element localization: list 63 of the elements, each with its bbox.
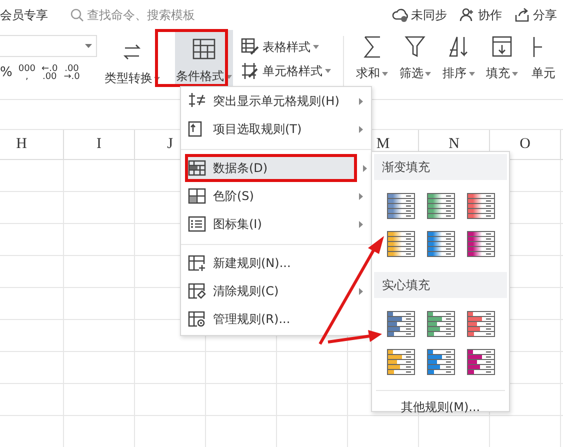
cell-style-button[interactable]: 单元格样式	[241, 62, 340, 80]
caret-icon	[313, 45, 320, 49]
submenu-arrow-icon	[359, 98, 363, 105]
fill-button[interactable]: 填充	[480, 30, 524, 99]
column-header[interactable]: I	[96, 136, 102, 153]
convert-button[interactable]: 类型转换	[98, 30, 167, 99]
number-format-button[interactable]: 000 ,	[18, 65, 36, 81]
submenu-arrow-icon	[359, 126, 363, 133]
cloud-icon	[392, 7, 408, 23]
caret-icon	[468, 72, 475, 76]
clear-icon	[188, 282, 206, 300]
more-rules-item[interactable]: 其他规则(M)...	[374, 391, 507, 416]
column-header[interactable]: M	[376, 136, 390, 153]
brush-icon	[241, 62, 260, 80]
submenu-arrow-icon	[359, 288, 363, 295]
caret-icon	[85, 44, 92, 48]
cut-icon	[532, 34, 542, 59]
highlight-icon	[188, 92, 206, 110]
number-format-button[interactable]: %	[0, 66, 12, 80]
column-header[interactable]: N	[448, 136, 460, 153]
iconset-icon	[188, 215, 206, 233]
menu-item[interactable]: 色阶(S)	[181, 182, 371, 210]
menu-item[interactable]: 清除规则(C)	[181, 277, 371, 305]
scale-icon	[188, 187, 206, 205]
cloud-button[interactable]: 未同步	[386, 6, 453, 24]
menu-item[interactable]: 管理规则(R)...	[181, 305, 371, 333]
section-header: 渐变填充	[374, 154, 507, 180]
caret-icon	[382, 72, 388, 76]
section-header: 实心填充	[374, 272, 507, 298]
table-style-button[interactable]: 表格样式	[241, 38, 340, 56]
manage-icon	[188, 310, 206, 328]
submenu-arrow-icon	[363, 165, 367, 172]
search-icon	[70, 8, 84, 22]
column-header[interactable]: J	[167, 136, 173, 153]
share-button[interactable]: 分享	[508, 6, 563, 24]
member-link[interactable]: 会员专享	[0, 6, 48, 24]
column-header[interactable]: H	[16, 136, 27, 153]
submenu-arrow-icon	[359, 193, 363, 200]
table-icon	[192, 38, 216, 60]
brush-icon	[241, 38, 260, 56]
number-format-button[interactable]: ←.0 .00	[42, 65, 58, 81]
databar-icon	[188, 159, 206, 177]
search-field[interactable]: 查找命令、搜索模板	[70, 8, 207, 22]
filter-icon	[403, 34, 428, 59]
person-icon	[459, 7, 475, 23]
menu-item[interactable]: 项目选取规则(T)	[181, 115, 371, 143]
caret-icon	[226, 74, 232, 78]
new-icon	[188, 254, 206, 272]
menu-item[interactable]: 图标集(I)	[181, 210, 371, 238]
caret-icon	[154, 76, 160, 80]
cut-button[interactable]: 单元	[524, 30, 563, 99]
submenu-arrow-icon	[359, 221, 363, 228]
caret-icon	[325, 69, 332, 73]
sort-button[interactable]: 排序	[436, 30, 480, 99]
column-header[interactable]: O	[520, 136, 530, 153]
menu-item[interactable]: 新建规则(N)...	[181, 249, 371, 277]
number-format-button[interactable]: .00 →.0	[64, 65, 80, 81]
caret-icon	[425, 72, 432, 76]
filter-button[interactable]: 筛选	[394, 30, 437, 99]
fill-icon	[490, 34, 514, 59]
person-button[interactable]: 协作	[453, 6, 508, 24]
caret-icon	[512, 72, 518, 76]
share-icon	[514, 7, 530, 23]
